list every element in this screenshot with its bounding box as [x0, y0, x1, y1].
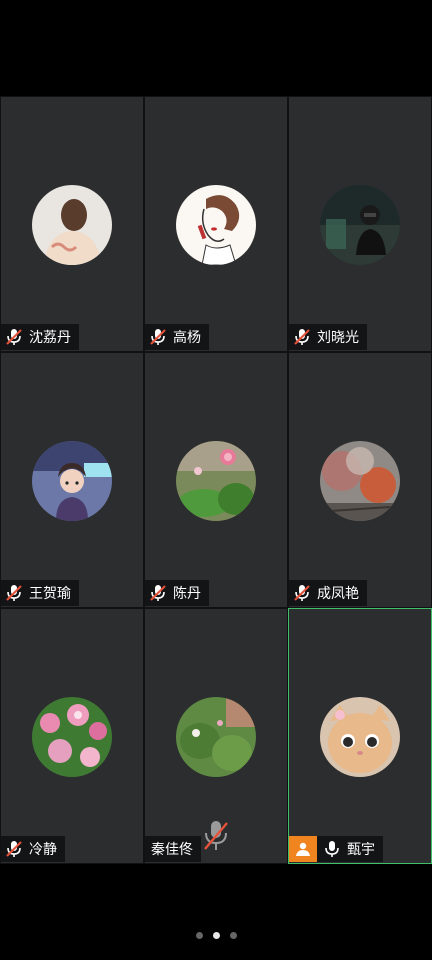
avatar [32, 697, 112, 777]
mic-muted-icon [294, 585, 310, 601]
participant-name: 陈丹 [173, 586, 201, 602]
cat-face-icon [320, 697, 400, 777]
page-dot[interactable] [229, 932, 237, 939]
pink-flowers-icon [32, 697, 112, 777]
name-tag: 王贺瑜 [1, 580, 79, 606]
page-indicator [0, 932, 432, 939]
participant-name: 甄宇 [347, 842, 375, 858]
avatar [176, 185, 256, 265]
mic-muted-icon [150, 585, 166, 601]
participant-tile[interactable]: 冷静 [0, 608, 144, 864]
mic-on-icon [325, 841, 339, 857]
mic-muted-icon [294, 329, 310, 345]
participant-tile[interactable]: 王贺瑜 [0, 352, 144, 608]
mic-muted-icon [150, 329, 166, 345]
mic-muted-icon [6, 841, 22, 857]
name-tag: 成凤艳 [289, 580, 367, 606]
photo-dark-portrait-icon [320, 185, 400, 265]
sketch-woman-lipstick-icon [176, 185, 256, 265]
mic-muted-large-icon[interactable] [202, 819, 230, 853]
participant-name: 高杨 [173, 330, 201, 346]
participant-tile-active[interactable]: 甄宇 [288, 608, 432, 864]
participant-name: 王贺瑜 [29, 586, 71, 602]
avatar [176, 697, 256, 777]
avatar [320, 441, 400, 521]
avatar [32, 185, 112, 265]
avatar [176, 441, 256, 521]
photo-woman-sweater-icon [32, 185, 112, 265]
name-tag: 沈荔丹 [1, 324, 79, 350]
video-grid: 沈荔丹 高杨 刘晓光 王贺瑜 陈丹 成凤艳 冷静 秦佳佟 甄宇 [0, 96, 432, 864]
participant-tile[interactable]: 沈荔丹 [0, 96, 144, 352]
participant-name: 成凤艳 [317, 586, 359, 602]
participant-name: 刘晓光 [317, 330, 359, 346]
participant-name: 沈荔丹 [29, 330, 71, 346]
page-dot-current[interactable] [212, 932, 220, 939]
participant-tile[interactable]: 高杨 [144, 96, 288, 352]
person-icon [296, 842, 310, 856]
page-dot[interactable] [195, 932, 203, 939]
green-plants-icon [176, 697, 256, 777]
avatar [320, 185, 400, 265]
anime-girl-icon [32, 441, 112, 521]
participant-name: 秦佳佟 [151, 842, 193, 858]
pink-flower-garden-icon [176, 441, 256, 521]
avatar [32, 441, 112, 521]
name-tag: 冷静 [1, 836, 65, 862]
mic-muted-icon [6, 329, 22, 345]
participant-name: 冷静 [29, 842, 57, 858]
name-tag: 秦佳佟 [145, 836, 201, 862]
avatar [320, 697, 400, 777]
name-tag: 甄宇 [317, 836, 383, 862]
host-badge [289, 836, 317, 862]
name-tag: 陈丹 [145, 580, 209, 606]
name-tag: 刘晓光 [289, 324, 367, 350]
participant-tile[interactable]: 成凤艳 [288, 352, 432, 608]
name-tag: 高杨 [145, 324, 209, 350]
participant-tile[interactable]: 秦佳佟 [144, 608, 288, 864]
participant-tile[interactable]: 陈丹 [144, 352, 288, 608]
autumn-trees-icon [320, 441, 400, 521]
mic-muted-icon [6, 585, 22, 601]
participant-tile[interactable]: 刘晓光 [288, 96, 432, 352]
